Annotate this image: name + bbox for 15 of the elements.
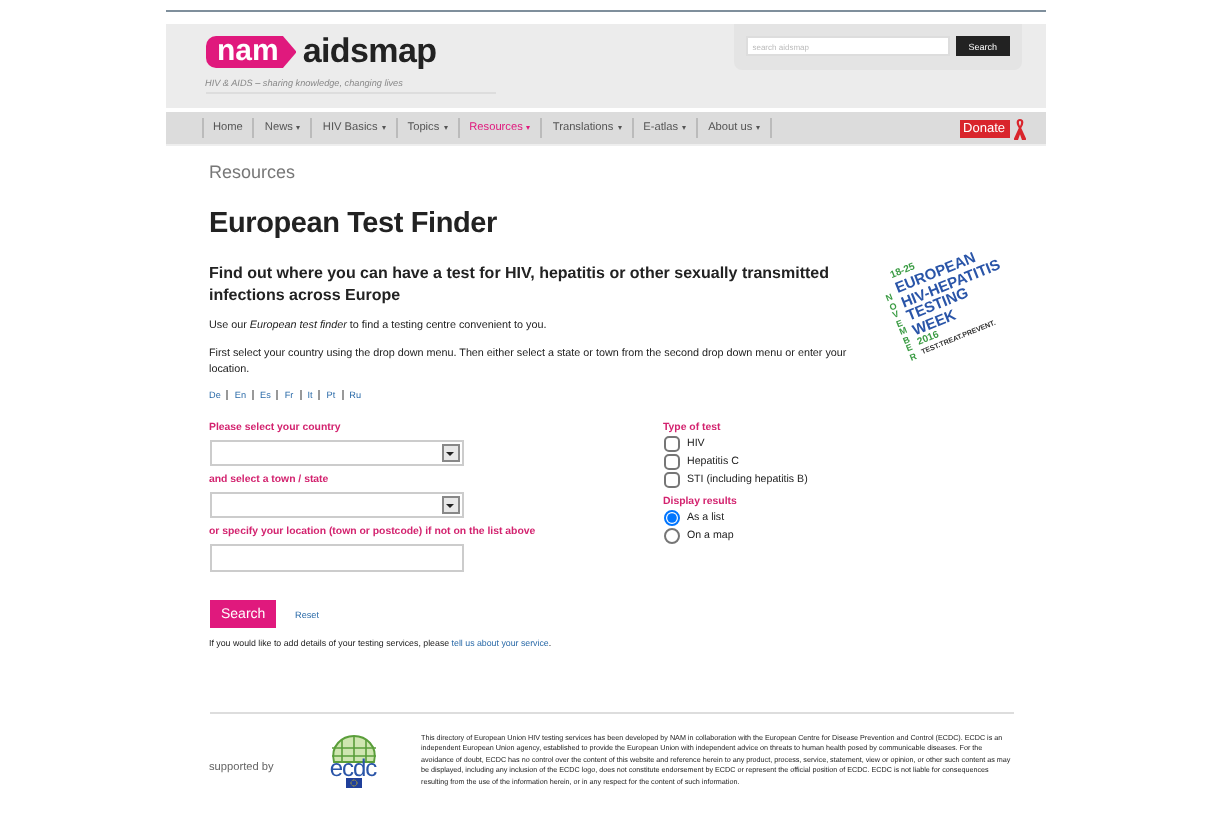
checkbox[interactable] (663, 472, 679, 488)
ecdc-logo: ecdc (329, 758, 377, 779)
logo-name[interactable]: aidsmap (302, 32, 437, 72)
flag-icon (345, 778, 361, 789)
breadcrumb: Resources (209, 162, 298, 182)
ribbon-icon (1013, 117, 1025, 139)
checkbox[interactable] (663, 454, 679, 470)
page-title: European Test Finder (209, 208, 499, 240)
radio-button[interactable] (663, 528, 679, 544)
radio-button[interactable] (663, 510, 679, 526)
checkbox[interactable] (663, 436, 679, 452)
location-field[interactable] (209, 544, 463, 572)
dropdown-field[interactable] (209, 492, 463, 518)
dropdown-field[interactable] (209, 440, 463, 466)
logo-mark[interactable]: nam (205, 36, 297, 68)
